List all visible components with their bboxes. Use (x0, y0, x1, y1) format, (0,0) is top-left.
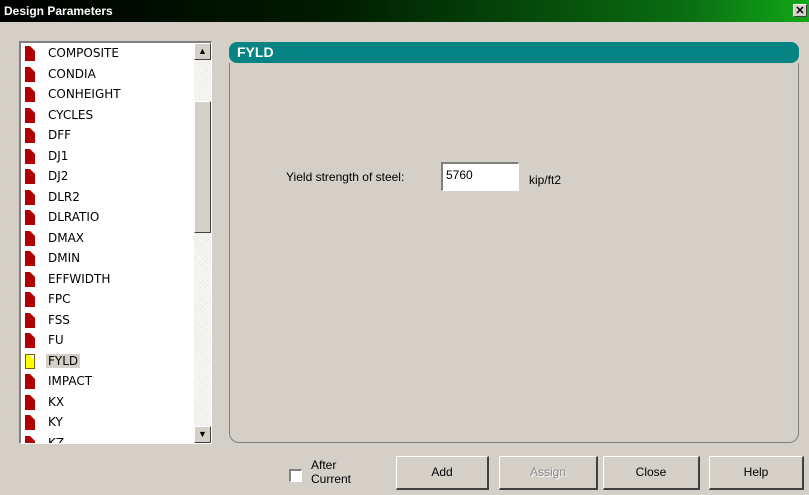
scroll-up-icon[interactable]: ▲ (194, 43, 211, 60)
close-icon[interactable]: ✕ (793, 4, 807, 17)
list-item-label: FYLD (46, 353, 81, 368)
list-item[interactable]: FSS (21, 310, 193, 331)
parameter-doc-icon (25, 415, 35, 430)
assign-button[interactable]: Assign (499, 456, 598, 490)
list-item-label: FSS (48, 312, 70, 327)
after-current-checkbox[interactable] (289, 469, 302, 482)
parameter-doc-icon (25, 353, 35, 369)
list-item-label: KY (48, 415, 63, 429)
parameter-doc-icon (25, 435, 35, 443)
list-item-label: DLRATIO (48, 210, 100, 224)
yield-strength-unit: kip/ft2 (529, 173, 562, 187)
list-item[interactable]: CONDIA (21, 64, 193, 85)
list-item[interactable]: DFF (21, 125, 193, 146)
list-item[interactable]: IMPACT (21, 371, 193, 392)
list-item[interactable]: DJ1 (21, 146, 193, 167)
list-item-label: DJ2 (48, 169, 69, 183)
parameter-header: FYLD (229, 42, 799, 63)
list-item-label: COMPOSITE (48, 46, 119, 60)
parameter-doc-icon (25, 292, 35, 307)
list-item[interactable]: CONHEIGHT (21, 84, 193, 105)
list-item[interactable]: DLR2 (21, 187, 193, 208)
parameter-header-title: FYLD (237, 44, 274, 60)
list-item-label: DMAX (48, 230, 85, 245)
parameter-doc-icon (25, 333, 35, 348)
parameter-doc-icon (25, 128, 35, 143)
parameter-doc-icon (25, 271, 35, 287)
parameter-list[interactable]: COMPOSITE CONDIA CONHEIGHT CYCLES DFF DJ1 DJ2 D… (19, 41, 212, 444)
list-item-label: CONHEIGHT (48, 87, 121, 101)
parameter-doc-icon (25, 66, 35, 82)
yield-strength-input[interactable]: 5760 (441, 162, 519, 191)
parameter-doc-icon (25, 210, 35, 225)
parameter-doc-icon (25, 169, 35, 184)
list-item[interactable]: COMPOSITE (21, 43, 193, 64)
list-item-label: CONDIA (48, 66, 96, 81)
after-current-label: After Current (311, 458, 352, 486)
vertical-scrollbar[interactable]: ▲ ▼ (194, 43, 211, 443)
list-item[interactable]: CYCLES (21, 105, 193, 126)
parameter-doc-icon (25, 107, 35, 123)
parameter-doc-icon (25, 46, 35, 61)
list-item[interactable]: FPC (21, 289, 193, 310)
list-item-label: EFFWIDTH (48, 271, 111, 286)
list-item[interactable]: DJ2 (21, 166, 193, 187)
list-item[interactable]: EFFWIDTH (21, 269, 193, 290)
parameter-panel (229, 63, 799, 443)
parameter-doc-icon (25, 87, 35, 102)
list-item-label: DJ1 (48, 148, 69, 163)
parameter-list-items: COMPOSITE CONDIA CONHEIGHT CYCLES DFF DJ1 DJ2 D… (21, 43, 193, 444)
parameter-doc-icon (25, 251, 35, 266)
list-item[interactable]: DLRATIO (21, 207, 193, 228)
list-item-label: FPC (48, 292, 71, 306)
list-item-label: CYCLES (48, 107, 94, 122)
parameter-doc-icon (25, 148, 35, 164)
help-button[interactable]: Help (709, 456, 804, 490)
list-item-label: IMPACT (48, 374, 93, 388)
parameter-doc-icon (25, 230, 35, 246)
parameter-doc-icon (25, 394, 35, 410)
list-item[interactable]: DMAX (21, 228, 193, 249)
list-item[interactable]: FYLD (21, 351, 193, 372)
list-item-label: DMIN (48, 251, 81, 265)
window-title: Design Parameters (4, 4, 113, 18)
list-item[interactable]: DMIN (21, 248, 193, 269)
scroll-thumb[interactable] (194, 101, 211, 233)
list-item-label: KZ (48, 435, 65, 444)
list-item[interactable]: KZ (21, 433, 193, 444)
list-item-label: DLR2 (48, 189, 80, 204)
scroll-down-icon[interactable]: ▼ (194, 426, 211, 443)
parameter-doc-icon (25, 312, 35, 328)
add-button[interactable]: Add (396, 456, 489, 490)
yield-strength-label: Yield strength of steel: (286, 170, 405, 184)
title-bar: Design Parameters ✕ (0, 0, 809, 22)
list-item[interactable]: FU (21, 330, 193, 351)
close-button[interactable]: Close (603, 456, 700, 490)
list-item-label: KX (48, 394, 65, 409)
list-item-label: DFF (48, 128, 72, 142)
parameter-doc-icon (25, 189, 35, 205)
list-item[interactable]: KX (21, 392, 193, 413)
parameter-doc-icon (25, 374, 35, 389)
list-item-label: FU (48, 333, 64, 347)
list-item[interactable]: KY (21, 412, 193, 433)
